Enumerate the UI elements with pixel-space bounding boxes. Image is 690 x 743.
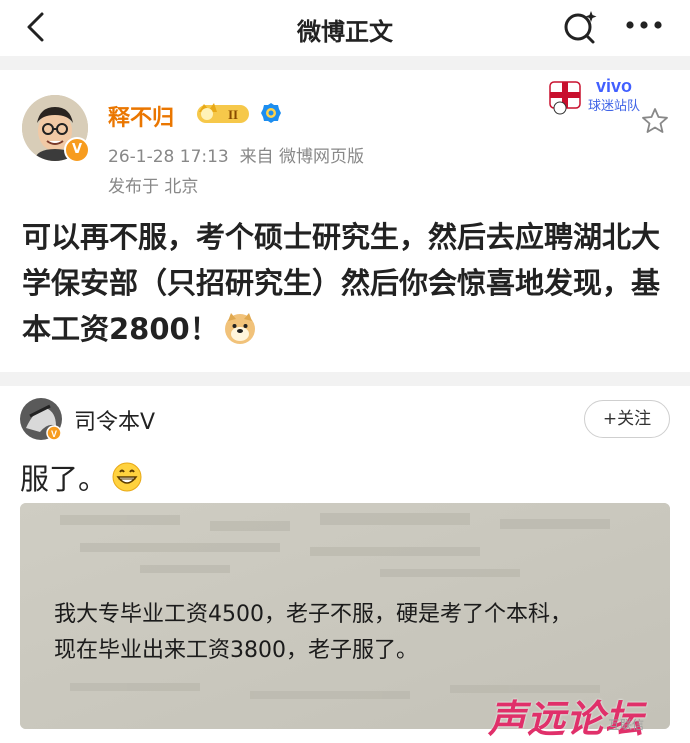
section-divider [0, 56, 690, 70]
crown-badge-icon: II [197, 103, 249, 123]
post-text: 可以再不服，考个硕士研究生，然后去应聘湖北大学保安部（只招研究生）然后你会惊喜地… [22, 220, 661, 346]
more-icon[interactable] [622, 8, 666, 42]
retweet-username[interactable]: 司令本V [74, 404, 155, 436]
post-time: 26-1-28 17:13 [108, 147, 229, 167]
svg-text:球迷站队: 球迷站队 [588, 99, 640, 114]
retweet-text: 服了。 [20, 462, 108, 496]
post-username[interactable]: 释不归 [108, 100, 174, 132]
image-caption: 我大专毕业工资4500，老子不服，硬是考了个本科， 现在毕业出来工资3800，老… [54, 597, 572, 669]
retweet-avatar[interactable]: V [20, 398, 62, 440]
verified-v-badge-icon: V [64, 137, 90, 163]
post-location: 发布于 北京 [108, 177, 199, 197]
retweet-content: 服了。 [20, 456, 143, 498]
avatar[interactable]: V [22, 95, 90, 163]
svg-text:vivo: vivo [596, 76, 632, 96]
top-nav-bar: 微博正文 [0, 0, 690, 56]
back-arrow-icon[interactable] [20, 10, 54, 44]
follow-button[interactable]: +关注 [584, 400, 670, 438]
post-content: 可以再不服，考个硕士研究生，然后去应聘湖北大学保安部（只招研究生）然后你会惊喜地… [22, 214, 662, 352]
svg-text:II: II [228, 107, 238, 122]
vivo-fan-badge: vivo 球迷站队 [549, 76, 640, 115]
image-text-line-1: 我大专毕业工资4500，老子不服，硬是考了个本科， [54, 602, 572, 627]
search-icon[interactable] [560, 7, 600, 47]
watermark-small: 互联信 [608, 718, 645, 732]
section-divider [0, 372, 690, 386]
verified-icon [261, 103, 281, 123]
grin-emoji-icon [112, 462, 142, 492]
doge-emoji-icon [224, 313, 255, 344]
svg-text:V: V [51, 429, 57, 439]
image-text-line-2: 现在毕业出来工资3800，老子服了。 [54, 638, 418, 663]
star-icon[interactable] [640, 106, 670, 136]
post-source: 来自 微博网页版 [239, 147, 364, 167]
post-meta: 26-1-28 17:13 来自 微博网页版 [108, 142, 364, 167]
original-post: V 释不归 II 26-1-28 17:13 来自 微博网页版 发布于 北京 v… [0, 70, 690, 372]
